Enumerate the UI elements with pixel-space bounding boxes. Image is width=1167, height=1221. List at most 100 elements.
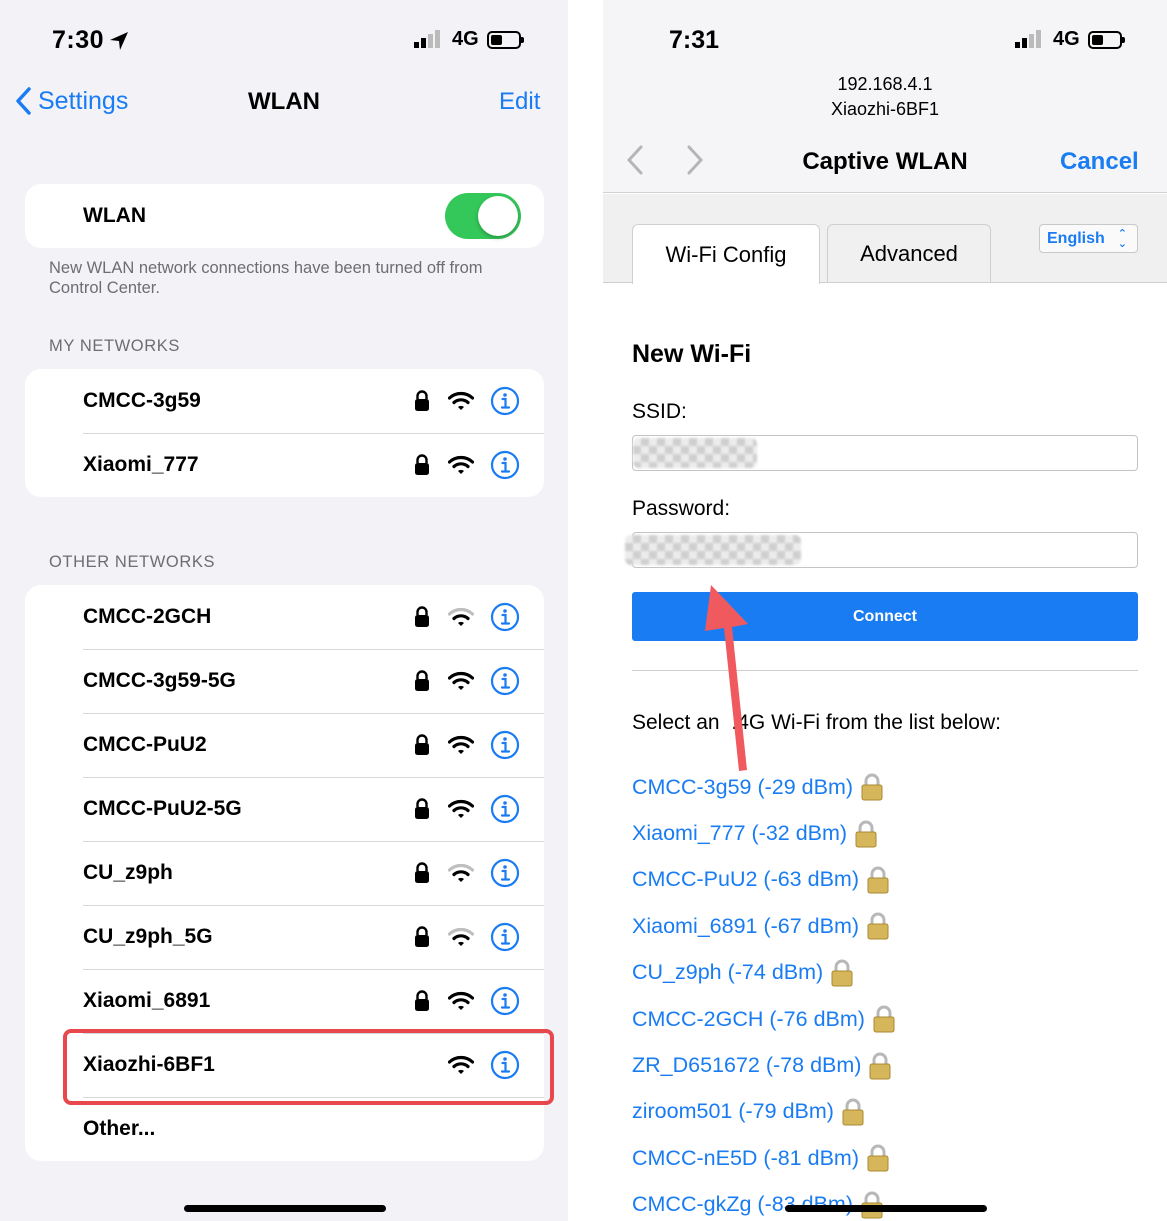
wifi-signal-icon [448, 863, 474, 882]
network-row[interactable]: CMCC-PuU2 [25, 713, 544, 777]
red-arrow-annotation [705, 585, 748, 771]
network-status-icons [412, 649, 520, 713]
portal-network-label: ZR_D651672 (-78 dBm) [632, 1053, 862, 1078]
portal-network-label: CU_z9ph (-74 dBm) [632, 960, 824, 985]
other-network-label: Other... [83, 1117, 156, 1140]
wifi-signal-icon [448, 391, 474, 410]
portal-network-link[interactable]: Xiaomi_6891 (-67 dBm) [632, 903, 896, 949]
portal-network-label: Xiaomi_6891 (-67 dBm) [632, 913, 860, 938]
wlan-toggle-row: WLAN [25, 184, 544, 248]
portal-network-link[interactable]: CU_z9ph (-74 dBm) [632, 950, 896, 996]
lock-icon [415, 926, 429, 947]
wlan-toggle-card: WLAN [25, 184, 544, 248]
network-type: 4G [452, 28, 479, 50]
info-icon[interactable] [490, 794, 520, 824]
padlock-icon [873, 1005, 895, 1033]
status-time: 7:30 [52, 26, 130, 55]
info-icon[interactable] [490, 666, 520, 696]
info-icon[interactable] [490, 450, 520, 480]
network-status-icons [412, 841, 520, 905]
lock-icon [415, 798, 429, 819]
network-status-icons [412, 905, 520, 969]
network-row[interactable]: Xiaomi_6891 [25, 969, 544, 1033]
my-networks-header: MY NETWORKS [49, 337, 180, 355]
portal-network-link[interactable]: CMCC-PuU2 (-63 dBm) [632, 857, 896, 903]
info-icon[interactable] [490, 730, 520, 760]
page-title: WLAN [248, 88, 320, 115]
network-name: CU_z9ph [83, 861, 173, 884]
network-row[interactable]: Xiaomi_777 [25, 433, 544, 497]
portal-network-link[interactable]: CMCC-nE5D (-81 dBm) [632, 1135, 896, 1181]
lock-icon [415, 990, 429, 1011]
network-status-icons [412, 969, 520, 1033]
portal-network-link[interactable]: Xiaomi_777 (-32 dBm) [632, 810, 896, 856]
portal-network-label: CMCC-PuU2 (-63 dBm) [632, 867, 859, 892]
captive-portal-screen: 7:31 4G 192.168.4.1 Xiaozhi-6BF1 Captive… [603, 0, 1167, 1221]
lock-icon [415, 734, 429, 755]
wlan-toggle-label: WLAN [83, 204, 146, 227]
network-name: Xiaomi_777 [83, 453, 199, 476]
lock-icon [415, 454, 429, 475]
wifi-signal-icon [448, 927, 474, 946]
network-name: CMCC-PuU2-5G [83, 797, 242, 820]
wifi-signal-icon [448, 455, 474, 474]
network-row[interactable]: CMCC-3g59 [25, 369, 544, 433]
network-status-icons [412, 713, 520, 777]
padlock-icon [869, 1052, 891, 1080]
lock-icon [415, 606, 429, 627]
lock-icon [415, 862, 429, 883]
status-time-text: 7:30 [52, 26, 105, 54]
network-row[interactable]: CMCC-3g59-5G [25, 649, 544, 713]
home-indicator [184, 1205, 386, 1212]
padlock-icon [867, 866, 889, 894]
network-status-icons [412, 777, 520, 841]
portal-network-link[interactable]: CMCC-2GCH (-76 dBm) [632, 996, 896, 1042]
home-indicator [785, 1205, 987, 1212]
portal-network-link[interactable]: ziroom501 (-79 dBm) [632, 1089, 896, 1135]
network-status-icons [412, 369, 520, 433]
wifi-signal-icon [448, 991, 474, 1010]
portal-network-label: CMCC-nE5D (-81 dBm) [632, 1145, 859, 1170]
network-row[interactable]: CMCC-2GCH [25, 585, 544, 649]
network-name: CMCC-3g59-5G [83, 669, 236, 692]
padlock-icon [831, 959, 853, 987]
padlock-icon [867, 1144, 889, 1172]
lock-icon [415, 390, 429, 411]
padlock-icon [842, 1098, 864, 1126]
wlan-settings-screen: 7:30 4G Settings WLAN Edit WLAN New WLAN… [0, 0, 568, 1221]
network-name: CU_z9ph_5G [83, 925, 213, 948]
info-icon[interactable] [490, 986, 520, 1016]
portal-network-link[interactable]: CMCC-gkZg (-83 dBm) [632, 1182, 896, 1221]
wifi-signal-icon [448, 671, 474, 690]
network-name: Xiaomi_6891 [83, 989, 211, 1012]
battery-icon [486, 30, 524, 49]
wifi-signal-icon [448, 607, 474, 626]
network-row[interactable]: CU_z9ph_5G [25, 905, 544, 969]
wlan-footnote: New WLAN network connections have been t… [49, 259, 483, 297]
portal-network-list: CMCC-3g59 (-29 dBm) Xiaomi_777 (-32 dBm) C… [632, 764, 896, 1221]
network-name: CMCC-2GCH [83, 605, 212, 628]
network-status-icons [412, 585, 520, 649]
padlock-icon [867, 912, 889, 940]
other-network-row[interactable]: Other... [25, 1097, 544, 1161]
portal-network-label: Xiaomi_777 (-32 dBm) [632, 821, 848, 846]
cellular-signal-icon [414, 29, 440, 48]
portal-network-link[interactable]: ZR_D651672 (-78 dBm) [632, 1042, 896, 1088]
network-row[interactable]: CU_z9ph [25, 841, 544, 905]
network-name: CMCC-3g59 [83, 389, 201, 412]
location-arrow-icon [110, 31, 129, 50]
edit-button[interactable]: Edit [499, 88, 540, 116]
portal-network-label: CMCC-2GCH (-76 dBm) [632, 1006, 865, 1031]
wifi-signal-icon [448, 799, 474, 818]
info-icon[interactable] [490, 922, 520, 952]
info-icon[interactable] [490, 386, 520, 416]
other-networks-header: OTHER NETWORKS [49, 553, 216, 571]
padlock-icon [855, 820, 877, 848]
info-icon[interactable] [490, 858, 520, 888]
network-row[interactable]: CMCC-PuU2-5G [25, 777, 544, 841]
info-icon[interactable] [490, 602, 520, 632]
portal-network-label: ziroom501 (-79 dBm) [632, 1099, 834, 1124]
status-indicators: 4G [414, 28, 524, 51]
wlan-toggle-switch[interactable] [445, 193, 521, 239]
network-name: CMCC-PuU2 [83, 733, 207, 756]
